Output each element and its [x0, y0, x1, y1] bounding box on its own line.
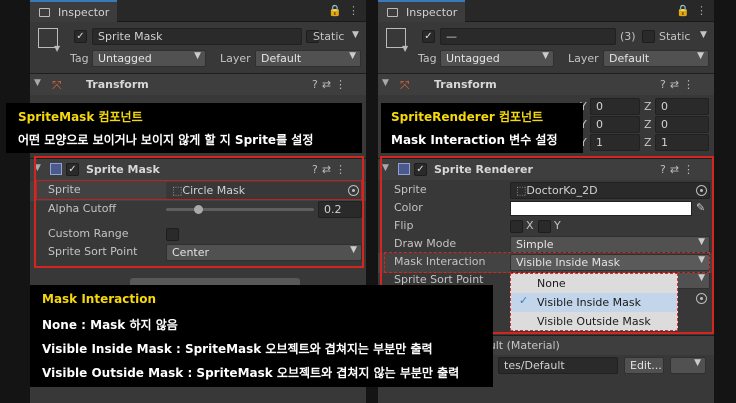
tag-value: Untagged: [446, 52, 500, 65]
y-field[interactable]: 0: [590, 98, 640, 115]
tag-dropdown[interactable]: Untagged ▼: [92, 50, 206, 67]
mask-interaction-highlight-box: [384, 252, 710, 273]
renderer-callout: SpriteRenderer 컴포넌트 Mask Interaction 변수 …: [381, 103, 583, 153]
more-options-icon[interactable]: ⋮: [348, 4, 359, 17]
transform-title: Transform: [86, 78, 149, 91]
lock-icon[interactable]: 🔒: [328, 4, 342, 17]
layer-label: Layer: [220, 52, 251, 65]
y-field[interactable]: 1: [590, 134, 640, 151]
mask-callout-title: Mask Interaction: [42, 292, 156, 306]
transform-icon: ⤧: [400, 78, 410, 92]
menu-item-none[interactable]: None: [511, 274, 677, 293]
static-dropdown-caret[interactable]: ▼: [700, 30, 707, 40]
spritemask-callout-desc: 어떤 모양으로 보이거나 보이지 않게 할 지 Sprite를 설정: [18, 133, 314, 147]
object-name-field[interactable]: Sprite Mask: [92, 28, 302, 45]
object-name-field[interactable]: —: [440, 28, 616, 45]
selection-count: (3): [620, 30, 636, 43]
z-label: Z: [644, 136, 652, 149]
renderer-callout-title: SpriteRenderer 컴포넌트: [391, 110, 544, 124]
lock-icon[interactable]: 🔒: [676, 4, 690, 17]
z-field[interactable]: 0: [655, 116, 709, 133]
inspector-icon: [39, 8, 50, 17]
z-label: Z: [644, 100, 652, 113]
z-label: Z: [644, 118, 652, 131]
z-field[interactable]: 0: [655, 98, 709, 115]
material-edit-button[interactable]: Edit...: [624, 357, 664, 374]
right-tab-bar: Inspector 🔒 ⋮: [378, 0, 714, 22]
static-label: Static: [313, 30, 345, 43]
layer-dropdown[interactable]: Default ▼: [255, 50, 361, 67]
chevron-down-icon: ▼: [697, 51, 704, 61]
right-tab-label: Inspector: [406, 6, 458, 19]
left-inspector-tab[interactable]: Inspector: [30, 0, 118, 22]
spritemask-callout-title: SpriteMask 컴포넌트: [18, 110, 143, 124]
active-checkbox[interactable]: ✓: [74, 30, 87, 43]
icon-dropdown-caret[interactable]: ▼: [54, 44, 60, 53]
mask-interaction-callout: Mask Interaction None : Mask 하지 않음 Visib…: [30, 285, 493, 387]
left-tab-bar: Inspector 🔒 ⋮: [30, 0, 366, 22]
static-dropdown-caret[interactable]: ▼: [352, 30, 359, 40]
mask-callout-line: None : Mask 하지 않음: [42, 318, 178, 332]
tag-dropdown[interactable]: Untagged ▼: [440, 50, 554, 67]
menu-item-label: Visible Inside Mask: [537, 296, 642, 309]
tag-label: Tag: [70, 52, 89, 65]
more-options-icon[interactable]: ⋮: [696, 4, 707, 17]
layer-value: Default: [261, 52, 302, 65]
tag-label: Tag: [418, 52, 437, 65]
mask-interaction-menu: None ✓ Visible Inside Mask Visible Outsi…: [510, 273, 678, 331]
transform-header[interactable]: ▼ ⤧ Transform ?⇄⋮: [378, 73, 714, 95]
checkmark-icon: ✓: [519, 294, 529, 307]
menu-item-visible-inside-mask[interactable]: ✓ Visible Inside Mask: [511, 293, 677, 312]
menu-item-visible-outside-mask[interactable]: Visible Outside Mask: [511, 312, 677, 331]
active-checkbox[interactable]: ✓: [422, 30, 435, 43]
fold-arrow-icon[interactable]: ▼: [34, 78, 41, 88]
icon-dropdown-caret[interactable]: ▼: [402, 44, 408, 53]
tag-value: Untagged: [98, 52, 152, 65]
material-list-dropdown[interactable]: ▼: [670, 357, 706, 374]
left-tab-label: Inspector: [58, 6, 110, 19]
menu-item-label: None: [537, 277, 566, 290]
material-shader-dropdown[interactable]: tes/Default: [498, 357, 618, 374]
component-header-icons[interactable]: ?⇄⋮: [660, 78, 698, 91]
static-checkbox[interactable]: [642, 30, 655, 43]
material-title: ault (Material): [482, 339, 560, 352]
spritemask-callout: SpriteMask 컴포넌트 어떤 모양으로 보이거나 보이지 않게 할 지 …: [6, 103, 362, 153]
mask-callout-line: Visible Inside Mask : SpriteMask 오브젝트와 겹…: [42, 342, 433, 356]
menu-item-label: Visible Outside Mask: [537, 315, 651, 328]
right-inspector-tab[interactable]: Inspector: [378, 0, 466, 22]
sprite-row-highlight-box: [36, 180, 362, 200]
transform-icon: ⤧: [52, 78, 62, 92]
transform-header[interactable]: ▼ ⤧ Transform ?⇄⋮: [30, 73, 366, 95]
z-field[interactable]: 1: [655, 134, 709, 151]
transform-title: Transform: [434, 78, 497, 91]
mask-callout-line: Visible Outside Mask : SpriteMask 오브젝트와 …: [42, 366, 460, 380]
layer-value: Default: [609, 52, 650, 65]
layer-dropdown[interactable]: Default ▼: [603, 50, 709, 67]
renderer-callout-desc: Mask Interaction 변수 설정: [391, 133, 558, 147]
chevron-down-icon: ▼: [694, 358, 701, 368]
fold-arrow-icon[interactable]: ▼: [382, 78, 389, 88]
inspector-icon: [387, 8, 398, 17]
sprite-mask-highlight-box: [34, 156, 364, 268]
chevron-down-icon: ▼: [349, 51, 356, 61]
y-field[interactable]: 0: [590, 116, 640, 133]
layer-label: Layer: [568, 52, 599, 65]
chevron-down-icon: ▼: [542, 51, 549, 61]
static-label: Static: [659, 30, 691, 43]
component-header-icons[interactable]: ?⇄⋮: [312, 78, 350, 91]
chevron-down-icon: ▼: [194, 51, 201, 61]
